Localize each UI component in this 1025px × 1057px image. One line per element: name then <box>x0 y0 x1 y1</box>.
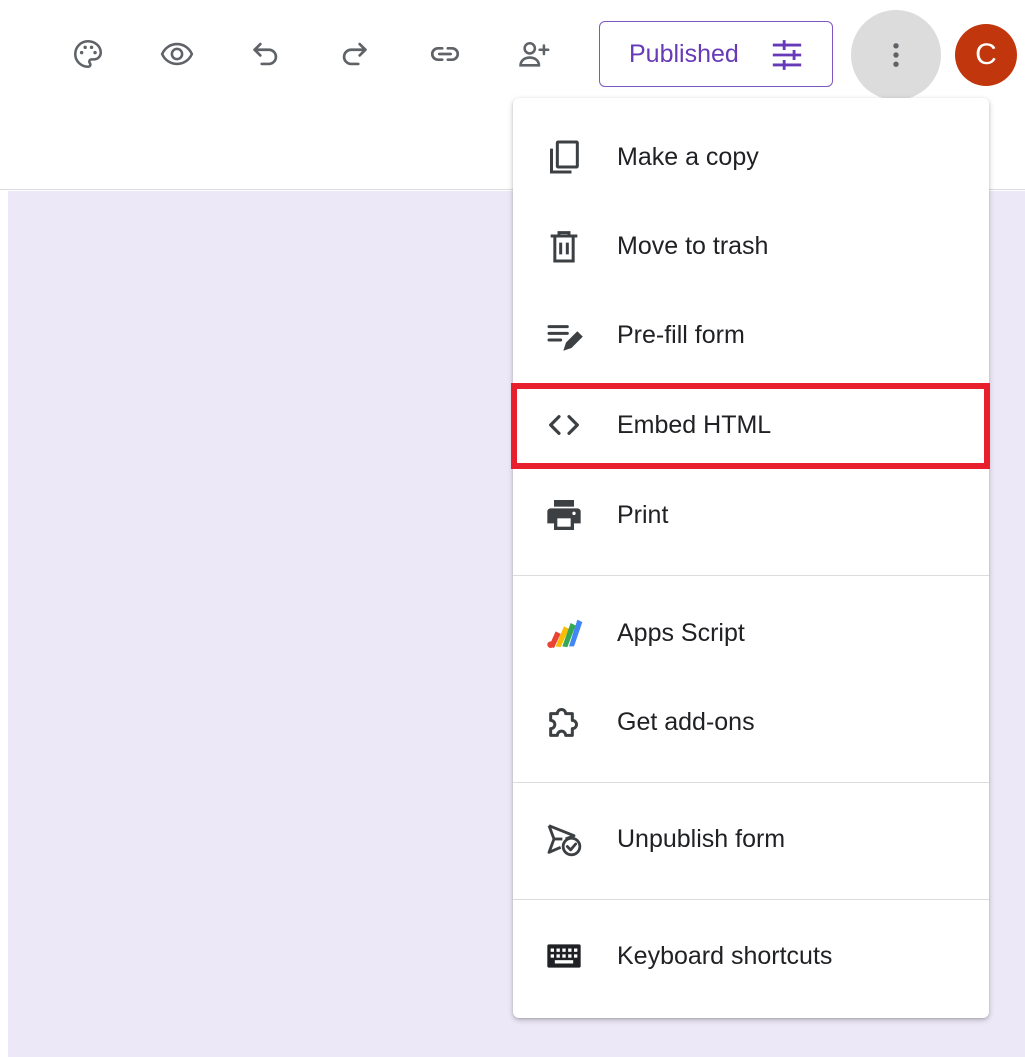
more-vert-icon <box>893 43 899 67</box>
menu-divider <box>513 899 989 900</box>
unpublish-icon <box>543 818 585 860</box>
more-options-button[interactable] <box>851 10 941 100</box>
menu-item-pre-fill-form[interactable]: Pre-fill form <box>513 295 989 375</box>
published-label: Published <box>629 39 739 68</box>
avatar[interactable]: C <box>955 24 1017 86</box>
menu-item-apps-script[interactable]: Apps Script <box>513 593 989 673</box>
menu-item-get-add-ons[interactable]: Get add-ons <box>513 682 989 762</box>
palette-icon[interactable] <box>66 32 110 76</box>
menu-item-label: Print <box>617 500 669 529</box>
menu-item-label: Pre-fill form <box>617 320 745 349</box>
print-icon <box>543 494 585 536</box>
apps-script-icon <box>543 612 585 654</box>
menu-item-label: Keyboard shortcuts <box>617 941 833 970</box>
link-icon[interactable] <box>423 32 467 76</box>
tune-icon <box>772 40 802 70</box>
menu-item-move-to-trash[interactable]: Move to trash <box>513 206 989 286</box>
menu-item-keyboard-shortcuts[interactable]: Keyboard shortcuts <box>513 916 989 996</box>
menu-item-label: Apps Script <box>617 618 745 647</box>
menu-item-print[interactable]: Print <box>513 475 989 555</box>
menu-item-embed-html[interactable]: Embed HTML <box>513 385 989 465</box>
menu-item-unpublish-form[interactable]: Unpublish form <box>513 799 989 879</box>
published-button[interactable]: Published <box>599 21 833 87</box>
menu-item-label: Move to trash <box>617 231 769 260</box>
avatar-initial: C <box>975 38 997 71</box>
more-options-menu: Make a copy Move to trash Pre-fill form <box>513 98 989 1018</box>
copy-icon <box>543 136 585 178</box>
menu-item-label: Make a copy <box>617 142 759 171</box>
eye-icon[interactable] <box>155 32 199 76</box>
menu-item-label: Get add-ons <box>617 707 755 736</box>
menu-item-make-copy[interactable]: Make a copy <box>513 117 989 197</box>
puzzle-icon <box>543 701 585 743</box>
keyboard-icon <box>543 935 585 977</box>
menu-item-label: Embed HTML <box>617 410 772 439</box>
undo-icon[interactable] <box>244 32 288 76</box>
edit-note-icon <box>543 314 585 356</box>
menu-divider <box>513 782 989 783</box>
redo-icon[interactable] <box>332 32 376 76</box>
menu-item-label: Unpublish form <box>617 824 786 853</box>
trash-icon <box>543 225 585 267</box>
code-icon <box>543 404 585 446</box>
menu-divider <box>513 575 989 576</box>
add-person-icon[interactable] <box>512 32 556 76</box>
